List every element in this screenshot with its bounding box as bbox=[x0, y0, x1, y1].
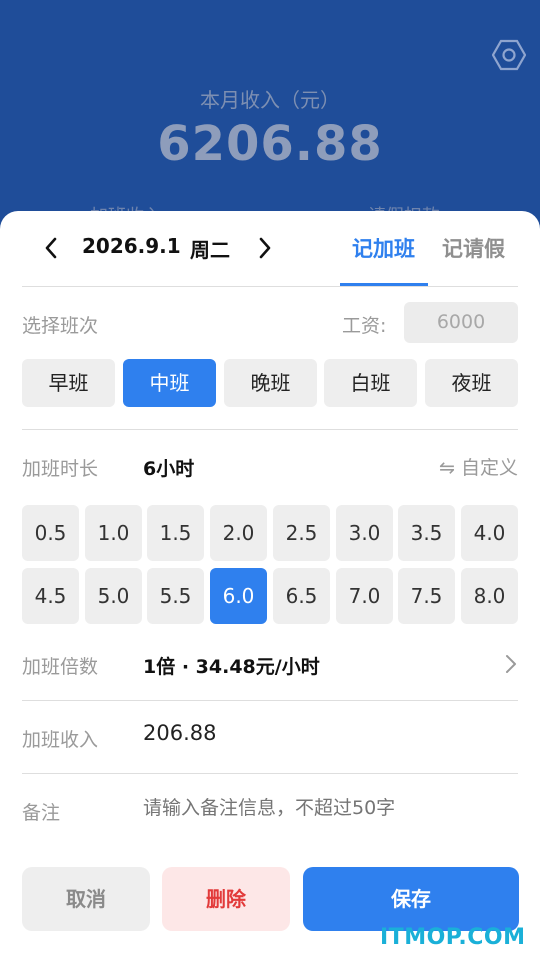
divider bbox=[22, 700, 518, 701]
wage-input[interactable]: 6000 bbox=[404, 302, 518, 343]
remark-section-label: 备注 bbox=[22, 802, 61, 824]
divider bbox=[22, 286, 518, 287]
remark-input[interactable] bbox=[143, 797, 503, 819]
multiplier-section-label: 加班倍数 bbox=[22, 656, 99, 678]
divider bbox=[22, 773, 518, 774]
overtime-income-value: 206.88 bbox=[143, 721, 217, 745]
chevron-right-icon[interactable] bbox=[504, 653, 518, 675]
income-value: 6206.88 bbox=[157, 116, 383, 172]
hours-option[interactable]: 6.5 bbox=[273, 568, 330, 624]
shift-option-middle[interactable]: 中班 bbox=[123, 359, 216, 407]
tab-record-leave[interactable]: 记请假 bbox=[442, 233, 505, 263]
shift-section-label: 选择班次 bbox=[22, 315, 99, 337]
hours-option[interactable]: 7.5 bbox=[398, 568, 455, 624]
hours-options: 0.5 1.0 1.5 2.0 2.5 3.0 3.5 4.0 4.5 5.0 5.5 6.0 6.5 7… bbox=[22, 505, 518, 625]
delete-button[interactable]: 删除 bbox=[162, 867, 290, 931]
shift-option-night[interactable]: 夜班 bbox=[425, 359, 518, 407]
hours-option[interactable]: 1.0 bbox=[85, 505, 142, 561]
hours-option[interactable]: 2.5 bbox=[273, 505, 330, 561]
hours-option[interactable]: 3.0 bbox=[336, 505, 393, 561]
shift-options: 早班 中班 晚班 白班 夜班 bbox=[22, 359, 518, 407]
multiplier-value[interactable]: 1倍 · 34.48元/小时 bbox=[143, 652, 320, 679]
hours-option[interactable]: 8.0 bbox=[461, 568, 518, 624]
next-date-icon[interactable] bbox=[252, 235, 276, 261]
hours-option[interactable]: 2.0 bbox=[210, 505, 267, 561]
shift-option-day[interactable]: 白班 bbox=[324, 359, 417, 407]
weekday-label: 周二 bbox=[190, 238, 230, 262]
save-button[interactable]: 保存 bbox=[303, 867, 519, 931]
hours-option[interactable]: 3.5 bbox=[398, 505, 455, 561]
hours-section-label: 加班时长 bbox=[22, 458, 99, 480]
hours-option[interactable]: 0.5 bbox=[22, 505, 79, 561]
income-label: 本月收入（元） bbox=[200, 88, 340, 112]
custom-hours-button[interactable]: ⇋ 自定义 bbox=[439, 453, 518, 480]
hours-option[interactable]: 1.5 bbox=[147, 505, 204, 561]
settings-icon[interactable] bbox=[492, 38, 526, 72]
income-section-label: 加班收入 bbox=[22, 729, 99, 751]
hours-option[interactable]: 7.0 bbox=[336, 568, 393, 624]
divider bbox=[22, 429, 518, 430]
prev-date-icon[interactable] bbox=[40, 235, 64, 261]
cancel-button[interactable]: 取消 bbox=[22, 867, 150, 931]
date-label[interactable]: 2026.9.1 bbox=[82, 234, 181, 258]
shift-option-early[interactable]: 早班 bbox=[22, 359, 115, 407]
hours-option[interactable]: 5.5 bbox=[147, 568, 204, 624]
hours-option[interactable]: 5.0 bbox=[85, 568, 142, 624]
hours-option[interactable]: 6.0 bbox=[210, 568, 267, 624]
hours-option[interactable]: 4.5 bbox=[22, 568, 79, 624]
overtime-sheet: 2026.9.1 周二 记加班 记请假 选择班次 工资: 6000 早班 中班 … bbox=[0, 211, 540, 960]
shift-option-evening[interactable]: 晚班 bbox=[224, 359, 317, 407]
date-bar: 2026.9.1 周二 记加班 记请假 bbox=[0, 211, 540, 287]
wage-label: 工资: bbox=[342, 315, 387, 337]
watermark: ITMOP.COM bbox=[380, 925, 526, 950]
tab-record-overtime[interactable]: 记加班 bbox=[352, 233, 415, 263]
hours-option[interactable]: 4.0 bbox=[461, 505, 518, 561]
hours-value: 6小时 bbox=[143, 458, 195, 480]
